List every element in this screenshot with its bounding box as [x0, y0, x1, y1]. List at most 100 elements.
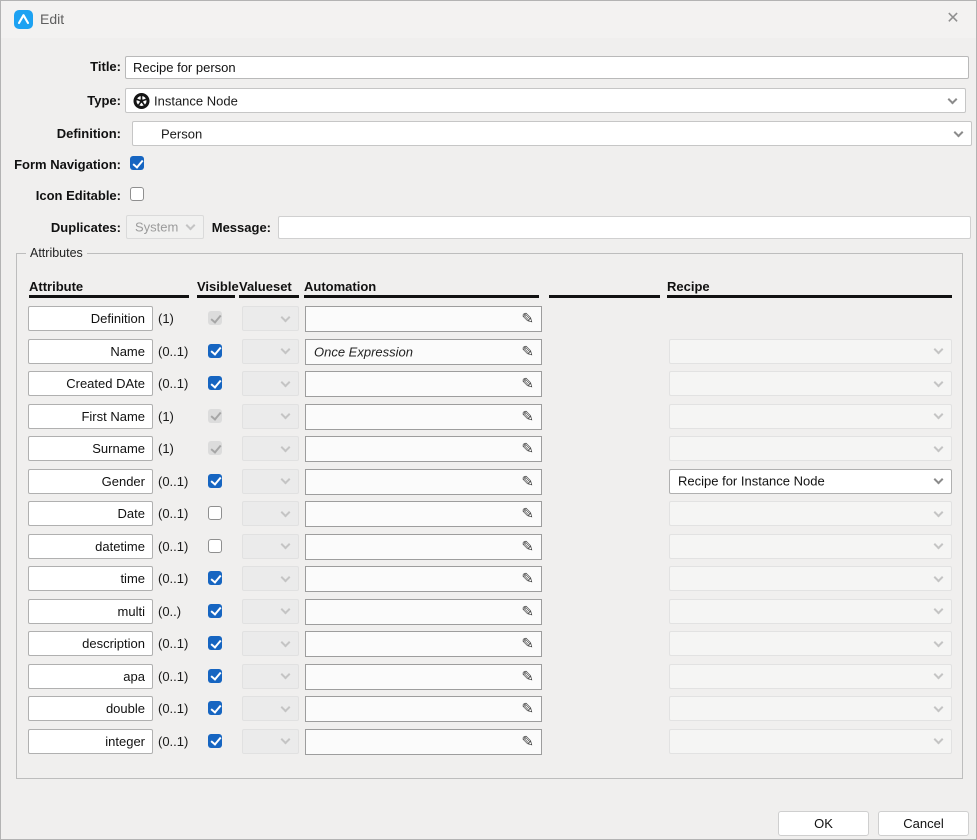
type-value: Instance Node [154, 93, 238, 108]
edit-pencil-icon[interactable]: ✎ [521, 537, 534, 555]
attribute-name-input[interactable] [28, 664, 153, 689]
automation-field[interactable]: ✎ [305, 501, 542, 527]
cardinality-label: (0..1) [158, 474, 188, 489]
attribute-row: (0..1) ✎ Recipe for Instance Node [17, 469, 964, 495]
automation-field[interactable]: ✎ [305, 566, 542, 592]
chevron-down-icon [281, 475, 291, 485]
edit-pencil-icon[interactable]: ✎ [521, 699, 534, 717]
type-label: Type: [1, 93, 121, 108]
attribute-name-input[interactable] [28, 371, 153, 396]
valueset-dropdown [242, 631, 299, 656]
attribute-name-input[interactable] [28, 696, 153, 721]
attribute-name-input[interactable] [28, 469, 153, 494]
chevron-down-icon [281, 702, 291, 712]
header-underline [197, 295, 235, 298]
automation-field[interactable]: Once Expression✎ [305, 339, 542, 365]
cardinality-label: (0..1) [158, 376, 188, 391]
recipe-dropdown[interactable]: Recipe for Instance Node [669, 469, 952, 494]
edit-pencil-icon[interactable]: ✎ [521, 732, 534, 750]
cardinality-label: (0..1) [158, 506, 188, 521]
edit-pencil-icon[interactable]: ✎ [521, 342, 534, 360]
chevron-down-icon [934, 507, 944, 517]
attribute-name-input[interactable] [28, 501, 153, 526]
chevron-down-icon [934, 377, 944, 387]
recipe-dropdown [669, 631, 952, 656]
form-navigation-checkbox[interactable] [130, 156, 144, 170]
edit-pencil-icon[interactable]: ✎ [521, 439, 534, 457]
ok-button[interactable]: OK [778, 811, 869, 836]
attribute-name-input[interactable] [28, 631, 153, 656]
edit-pencil-icon[interactable]: ✎ [521, 569, 534, 587]
definition-dropdown[interactable]: Person [132, 121, 972, 146]
edit-pencil-icon[interactable]: ✎ [521, 602, 534, 620]
chevron-down-icon [281, 637, 291, 647]
automation-field[interactable]: ✎ [305, 371, 542, 397]
automation-field[interactable]: ✎ [305, 436, 542, 462]
edit-pencil-icon[interactable]: ✎ [521, 667, 534, 685]
visible-checkbox [208, 441, 222, 455]
valueset-dropdown [242, 534, 299, 559]
visible-checkbox[interactable] [208, 571, 222, 585]
visible-checkbox[interactable] [208, 604, 222, 618]
attribute-name-input[interactable] [28, 566, 153, 591]
chevron-down-icon [281, 410, 291, 420]
automation-field[interactable]: ✎ [305, 469, 542, 495]
recipe-dropdown [669, 534, 952, 559]
attribute-name-input[interactable] [28, 534, 153, 559]
valueset-dropdown [242, 566, 299, 591]
automation-field[interactable]: ✎ [305, 664, 542, 690]
recipe-dropdown [669, 501, 952, 526]
recipe-dropdown [669, 339, 952, 364]
close-icon[interactable]: ✕ [938, 6, 968, 32]
attribute-name-input[interactable] [28, 339, 153, 364]
visible-checkbox[interactable] [208, 539, 222, 553]
visible-checkbox[interactable] [208, 701, 222, 715]
visible-checkbox[interactable] [208, 344, 222, 358]
attribute-name-input[interactable] [28, 404, 153, 429]
attribute-name-input[interactable] [28, 436, 153, 461]
attribute-row: (0..)✎ [17, 599, 964, 625]
duplicates-label: Duplicates: [1, 220, 121, 235]
visible-checkbox[interactable] [208, 734, 222, 748]
edit-pencil-icon[interactable]: ✎ [521, 634, 534, 652]
valueset-dropdown [242, 371, 299, 396]
edit-pencil-icon[interactable]: ✎ [521, 374, 534, 392]
recipe-dropdown [669, 566, 952, 591]
automation-field[interactable]: ✎ [305, 306, 542, 332]
visible-checkbox[interactable] [208, 474, 222, 488]
edit-pencil-icon[interactable]: ✎ [521, 309, 534, 327]
attribute-name-input[interactable] [28, 729, 153, 754]
cardinality-label: (1) [158, 409, 174, 424]
valueset-dropdown [242, 696, 299, 721]
edit-pencil-icon[interactable]: ✎ [521, 407, 534, 425]
visible-checkbox[interactable] [208, 636, 222, 650]
attribute-row: (1)✎ [17, 436, 964, 462]
visible-checkbox[interactable] [208, 669, 222, 683]
edit-pencil-icon[interactable]: ✎ [521, 472, 534, 490]
cancel-button[interactable]: Cancel [878, 811, 969, 836]
automation-field[interactable]: ✎ [305, 599, 542, 625]
definition-label: Definition: [1, 126, 121, 141]
valueset-dropdown [242, 306, 299, 331]
message-label: Message: [206, 220, 271, 235]
visible-checkbox[interactable] [208, 376, 222, 390]
message-input[interactable] [278, 216, 971, 239]
automation-field[interactable]: ✎ [305, 696, 542, 722]
edit-pencil-icon[interactable]: ✎ [521, 504, 534, 522]
attribute-name-input[interactable] [28, 306, 153, 331]
automation-field[interactable]: ✎ [305, 729, 542, 755]
type-dropdown[interactable]: Instance Node [125, 88, 966, 113]
automation-field[interactable]: ✎ [305, 404, 542, 430]
chevron-down-icon [281, 735, 291, 745]
header-underline [29, 295, 189, 298]
title-bar: Edit ✕ [1, 1, 976, 38]
recipe-dropdown [669, 436, 952, 461]
icon-editable-checkbox[interactable] [130, 187, 144, 201]
valueset-dropdown [242, 469, 299, 494]
visible-checkbox[interactable] [208, 506, 222, 520]
automation-field[interactable]: ✎ [305, 631, 542, 657]
automation-field[interactable]: ✎ [305, 534, 542, 560]
chevron-down-icon [934, 442, 944, 452]
attribute-name-input[interactable] [28, 599, 153, 624]
title-input[interactable] [125, 56, 969, 79]
